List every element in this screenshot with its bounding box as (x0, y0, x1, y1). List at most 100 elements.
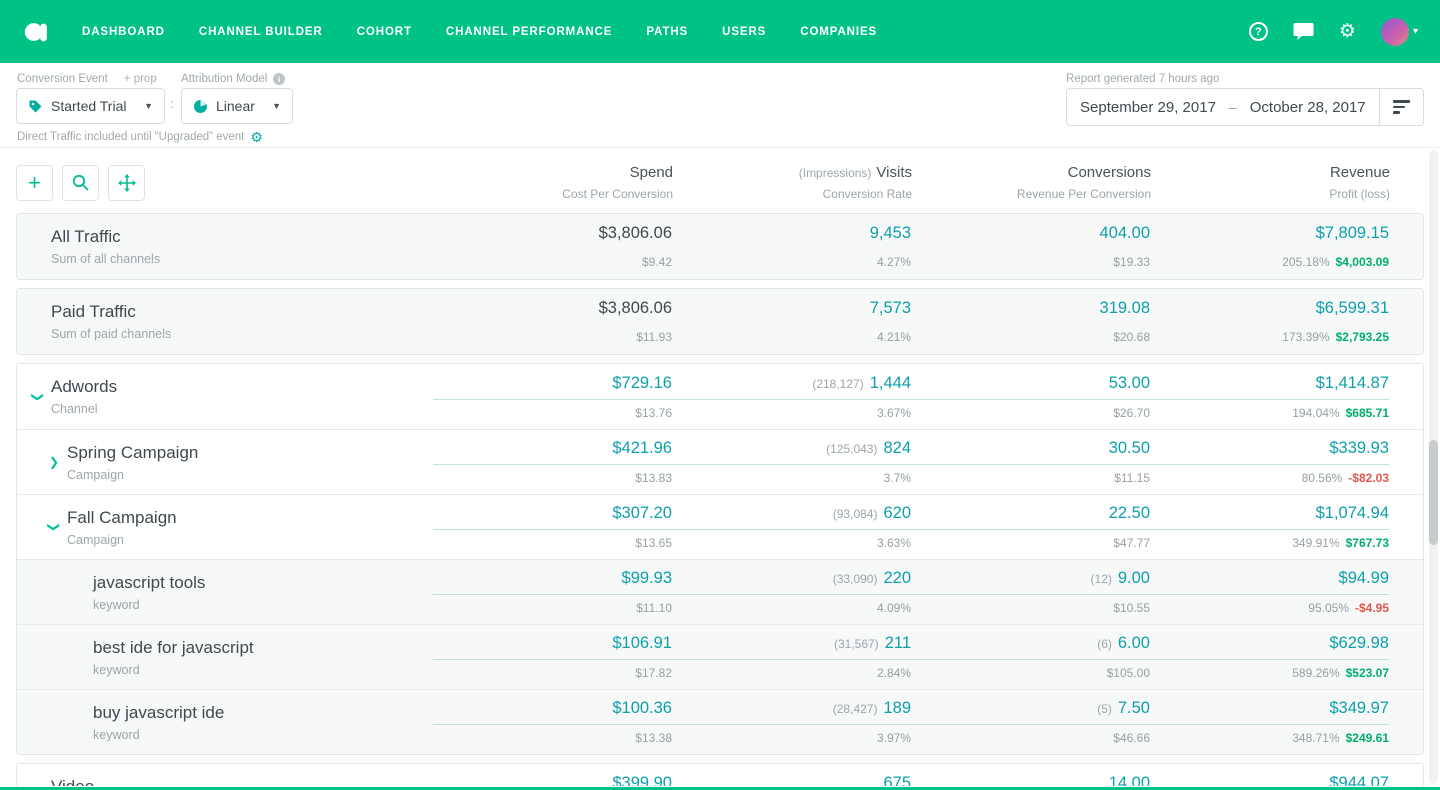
visits-value[interactable]: (125,043)824 (672, 439, 911, 465)
revenue-value[interactable]: $339.93 (1150, 439, 1389, 465)
visits-value[interactable]: (218,127)1,444 (672, 374, 911, 400)
visits-value[interactable]: 9,453 (672, 224, 911, 249)
revenue-value[interactable]: $629.98 (1150, 634, 1389, 660)
conversions-value[interactable]: (6)6.00 (911, 634, 1150, 660)
attribution-model-dropdown[interactable]: Linear ▼ (181, 88, 293, 124)
revenue-cell[interactable]: $1,414.87194.04%$685.71 (1150, 374, 1389, 420)
visits-cell[interactable]: 7,5734.21% (672, 299, 911, 344)
nav-item-users[interactable]: USERS (722, 26, 766, 38)
conversions-value[interactable]: 404.00 (911, 224, 1150, 249)
spend-cell[interactable]: $106.91$17.82 (433, 634, 672, 680)
revenue-cell[interactable]: $349.97348.71%$249.61 (1150, 699, 1389, 745)
spend-cell[interactable]: $3,806.06$11.93 (433, 299, 672, 344)
conversions-cell[interactable]: 30.50$11.15 (911, 439, 1150, 485)
spend-value[interactable]: $3,806.06 (433, 224, 672, 249)
visits-value[interactable]: (33,090)220 (672, 569, 911, 595)
spend-cell[interactable]: $729.16$13.76 (433, 374, 672, 420)
conversions-cell[interactable]: (6)6.00$105.00 (911, 634, 1150, 680)
spend-value[interactable]: $3,806.06 (433, 299, 672, 324)
visits-value[interactable]: (93,084)620 (672, 504, 911, 530)
spend-value[interactable]: $106.91 (433, 634, 672, 660)
revenue-cell[interactable]: $94.9995.05%-$4.95 (1150, 569, 1389, 615)
spend-value[interactable]: $421.96 (433, 439, 672, 465)
nav-item-paths[interactable]: PATHS (646, 26, 688, 38)
revenue-value[interactable]: $944.07 (1150, 774, 1389, 787)
revenue-cell[interactable]: $6,599.31173.39%$2,793.25 (1150, 299, 1389, 344)
conversions-value[interactable]: (5)7.50 (911, 699, 1150, 725)
revenue-cell[interactable]: $944.07 (1150, 774, 1389, 787)
date-range-picker[interactable]: September 29, 2017 – October 28, 2017 (1066, 88, 1424, 126)
conversions-value[interactable]: 53.00 (911, 374, 1150, 400)
visits-cell[interactable]: (93,084)6203.63% (672, 504, 911, 550)
spend-value[interactable]: $399.90 (433, 774, 672, 787)
revenue-value[interactable]: $6,599.31 (1150, 299, 1389, 324)
settings-gear-icon[interactable]: ⚙ (250, 130, 263, 144)
spend-cell[interactable]: $99.93$11.10 (433, 569, 672, 615)
conversions-value[interactable]: 14.00 (911, 774, 1150, 787)
spend-value[interactable]: $99.93 (433, 569, 672, 595)
visits-cell[interactable]: (28,427)1893.97% (672, 699, 911, 745)
conversions-cell[interactable]: (12)9.00$10.55 (911, 569, 1150, 615)
visits-value[interactable]: (31,567)211 (672, 634, 911, 660)
scrollbar-thumb[interactable] (1429, 440, 1438, 545)
reorder-button[interactable] (108, 165, 145, 201)
table-row[interactable]: ❯buy javascript idekeyword$100.36$13.38(… (17, 689, 1423, 754)
nav-item-companies[interactable]: COMPANIES (800, 26, 877, 38)
table-row[interactable]: ❯Fall CampaignCampaign$307.20$13.65(93,0… (17, 494, 1423, 559)
chevron-down-icon[interactable]: ❯ (33, 391, 51, 403)
help-icon[interactable]: ? (1249, 22, 1268, 41)
table-row[interactable]: ❯All TrafficSum of all channels$3,806.06… (17, 214, 1423, 279)
search-button[interactable] (62, 165, 99, 201)
nav-item-channel-performance[interactable]: CHANNEL PERFORMANCE (446, 26, 612, 38)
revenue-cell[interactable]: $339.9380.56%-$82.03 (1150, 439, 1389, 485)
revenue-value[interactable]: $349.97 (1150, 699, 1389, 725)
conversions-cell[interactable]: 22.50$47.77 (911, 504, 1150, 550)
nav-item-dashboard[interactable]: DASHBOARD (82, 26, 165, 38)
spend-cell[interactable]: $100.36$13.38 (433, 699, 672, 745)
conversions-value[interactable]: (12)9.00 (911, 569, 1150, 595)
revenue-cell[interactable]: $629.98589.26%$523.07 (1150, 634, 1389, 680)
conversions-cell[interactable]: (5)7.50$46.66 (911, 699, 1150, 745)
revenue-value[interactable]: $1,414.87 (1150, 374, 1389, 400)
add-channel-button[interactable]: + (16, 165, 53, 201)
conversions-cell[interactable]: 319.08$20.68 (911, 299, 1150, 344)
table-row[interactable]: ❯Paid TrafficSum of paid channels$3,806.… (17, 289, 1423, 354)
visits-cell[interactable]: (218,127)1,4443.67% (672, 374, 911, 420)
conversions-cell[interactable]: 404.00$19.33 (911, 224, 1150, 269)
revenue-value[interactable]: $1,074.94 (1150, 504, 1389, 530)
avatar[interactable] (1381, 18, 1409, 46)
visits-cell[interactable]: 675 (672, 774, 911, 787)
vertical-scrollbar[interactable] (1429, 150, 1438, 784)
add-prop-link[interactable]: + prop (124, 73, 157, 85)
visits-cell[interactable]: 9,4534.27% (672, 224, 911, 269)
spend-cell[interactable]: $307.20$13.65 (433, 504, 672, 550)
attribution-logo[interactable] (22, 17, 52, 47)
visits-value[interactable]: 7,573 (672, 299, 911, 324)
conversions-value[interactable]: 319.08 (911, 299, 1150, 324)
info-icon[interactable]: i (273, 73, 285, 85)
visits-value[interactable]: (28,427)189 (672, 699, 911, 725)
conversions-value[interactable]: 30.50 (911, 439, 1150, 465)
gear-icon[interactable]: ⚙ (1339, 22, 1356, 41)
conversions-value[interactable]: 22.50 (911, 504, 1150, 530)
date-start[interactable]: September 29, 2017 (1067, 99, 1229, 116)
visits-cell[interactable]: (31,567)2112.84% (672, 634, 911, 680)
chat-icon[interactable] (1293, 22, 1314, 41)
spend-cell[interactable]: $399.90 (433, 774, 672, 787)
table-row[interactable]: ❯AdwordsChannel$729.16$13.76(218,127)1,4… (17, 364, 1423, 429)
nav-item-cohort[interactable]: COHORT (357, 26, 412, 38)
conversion-event-dropdown[interactable]: Started Trial ▼ (16, 88, 165, 124)
revenue-cell[interactable]: $7,809.15205.18%$4,003.09 (1150, 224, 1389, 269)
spend-value[interactable]: $307.20 (433, 504, 672, 530)
revenue-value[interactable]: $94.99 (1150, 569, 1389, 595)
date-end[interactable]: October 28, 2017 (1237, 99, 1379, 116)
table-row[interactable]: ❯javascript toolskeyword$99.93$11.10(33,… (17, 559, 1423, 624)
spend-cell[interactable]: $3,806.06$9.42 (433, 224, 672, 269)
table-row[interactable]: ❯VideoChannel$399.90 675 14.00 $944.07 (17, 764, 1423, 786)
chevron-right-icon[interactable]: ❯ (49, 456, 67, 468)
report-options-button[interactable] (1379, 89, 1423, 125)
revenue-cell[interactable]: $1,074.94349.91%$767.73 (1150, 504, 1389, 550)
table-row[interactable]: ❯Spring CampaignCampaign$421.96$13.83(12… (17, 429, 1423, 494)
table-row[interactable]: ❯best ide for javascriptkeyword$106.91$1… (17, 624, 1423, 689)
spend-value[interactable]: $100.36 (433, 699, 672, 725)
